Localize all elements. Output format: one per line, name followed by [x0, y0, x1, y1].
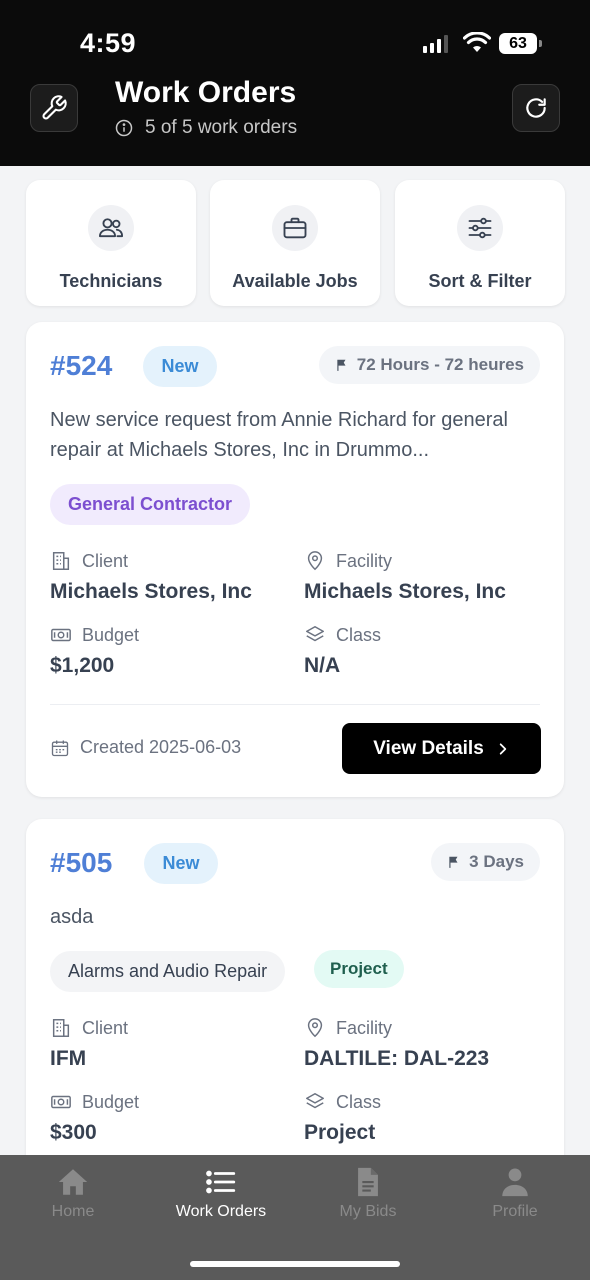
class-label-text: Class [336, 624, 382, 645]
facility-label: Facility [304, 1017, 392, 1039]
home-indicator [190, 1261, 400, 1267]
priority-badge: 72 Hours - 72 heures [318, 346, 540, 384]
work-order-count: 5 of 5 work orders [115, 117, 297, 139]
refresh-button[interactable] [512, 84, 560, 132]
class-tag: Project [314, 950, 404, 988]
status-badge: New [144, 843, 218, 884]
budget-label: Budget [50, 1091, 139, 1113]
status-badge: New [143, 346, 217, 387]
status-time: 4:59 [80, 28, 137, 58]
cash-icon [51, 628, 71, 642]
class-value: N/A [304, 654, 341, 677]
created-date: Created 2025-06-03 [50, 737, 241, 758]
work-order-id: #524 [50, 350, 113, 381]
tab-home-label: Home [51, 1203, 95, 1220]
page-title: Work Orders [115, 76, 297, 109]
class-label: Class [304, 624, 381, 646]
work-order-id: #505 [50, 847, 113, 878]
wrench-button[interactable] [30, 84, 78, 132]
priority-text: 3 Days [469, 852, 524, 871]
calendar-icon [51, 740, 69, 756]
refresh-icon [526, 98, 546, 118]
tab-work-orders[interactable]: Work Orders [161, 1165, 281, 1221]
info-icon [115, 119, 133, 137]
client-label: Client [50, 550, 128, 572]
sort-filter-button[interactable]: Sort & Filter [395, 180, 565, 306]
work-order-description: asda [50, 906, 94, 928]
battery-icon: 63 [499, 33, 542, 54]
available-jobs-button[interactable]: Available Jobs [210, 180, 380, 306]
sliders-icon [468, 217, 492, 239]
available-jobs-label: Available Jobs [232, 271, 358, 291]
view-details-label: View Details [373, 737, 484, 759]
client-label-text: Client [82, 1017, 129, 1038]
location-pin-icon [307, 551, 323, 571]
flag-icon [337, 359, 346, 371]
facility-label-text: Facility [336, 550, 393, 571]
document-icon [358, 1167, 378, 1197]
layers-icon [306, 1093, 324, 1109]
app-header: 4:59 63 Work Orders 5 of 5 work orders [0, 0, 590, 166]
wrench-icon [42, 95, 67, 120]
client-label-text: Client [82, 550, 129, 571]
facility-value: DALTILE: DAL-223 [304, 1047, 490, 1070]
priority-text: 72 Hours - 72 heures [356, 355, 524, 374]
sort-filter-label: Sort & Filter [428, 271, 532, 291]
view-details-button[interactable]: View Details [342, 723, 541, 774]
budget-label-text: Budget [82, 1091, 140, 1112]
home-icon [58, 1169, 88, 1195]
budget-value: $300 [50, 1121, 97, 1144]
building-icon [52, 1019, 70, 1037]
work-order-count-text: 5 of 5 work orders [145, 117, 298, 138]
users-icon [98, 218, 124, 238]
created-date-text: Created 2025-06-03 [80, 737, 242, 757]
trade-tag: General Contractor [50, 484, 251, 525]
tab-my-bids[interactable]: My Bids [308, 1165, 428, 1221]
budget-label-text: Budget [82, 624, 140, 645]
building-icon [52, 552, 70, 570]
tab-profile[interactable]: Profile [455, 1165, 575, 1221]
chevron-right-icon [499, 742, 506, 755]
cash-icon [51, 1095, 71, 1109]
divider [50, 704, 540, 705]
wifi-icon [463, 32, 491, 52]
tab-work-orders-label: Work Orders [175, 1203, 267, 1220]
priority-badge: 3 Days [431, 843, 540, 881]
class-label: Class [304, 1091, 381, 1113]
class-label-text: Class [336, 1091, 382, 1112]
facility-value: Michaels Stores, Inc [304, 580, 506, 603]
facility-label: Facility [304, 550, 392, 572]
trade-tag: Alarms and Audio Repair [50, 951, 286, 992]
facility-label-text: Facility [336, 1017, 393, 1038]
budget-value: $1,200 [50, 654, 115, 677]
client-value: IFM [50, 1047, 87, 1070]
budget-label: Budget [50, 624, 139, 646]
person-icon [502, 1168, 528, 1197]
list-icon [206, 1170, 236, 1194]
battery-level: 63 [509, 34, 527, 52]
class-value: Project [304, 1121, 376, 1144]
client-value: Michaels Stores, Inc [50, 580, 252, 603]
tab-home[interactable]: Home [13, 1165, 133, 1221]
briefcase-icon [283, 217, 307, 239]
client-label: Client [50, 1017, 128, 1039]
technicians-label: Technicians [59, 271, 163, 291]
location-pin-icon [307, 1018, 323, 1038]
tab-my-bids-label: My Bids [339, 1203, 397, 1220]
cellular-signal-icon [423, 35, 448, 53]
work-order-card[interactable]: #524 New 72 Hours - 72 heures New servic… [26, 322, 564, 797]
flag-icon [449, 856, 458, 868]
layers-icon [306, 626, 324, 642]
tab-profile-label: Profile [492, 1203, 538, 1220]
technicians-button[interactable]: Technicians [26, 180, 196, 306]
work-order-description: New service request from Annie Richard f… [50, 409, 508, 461]
